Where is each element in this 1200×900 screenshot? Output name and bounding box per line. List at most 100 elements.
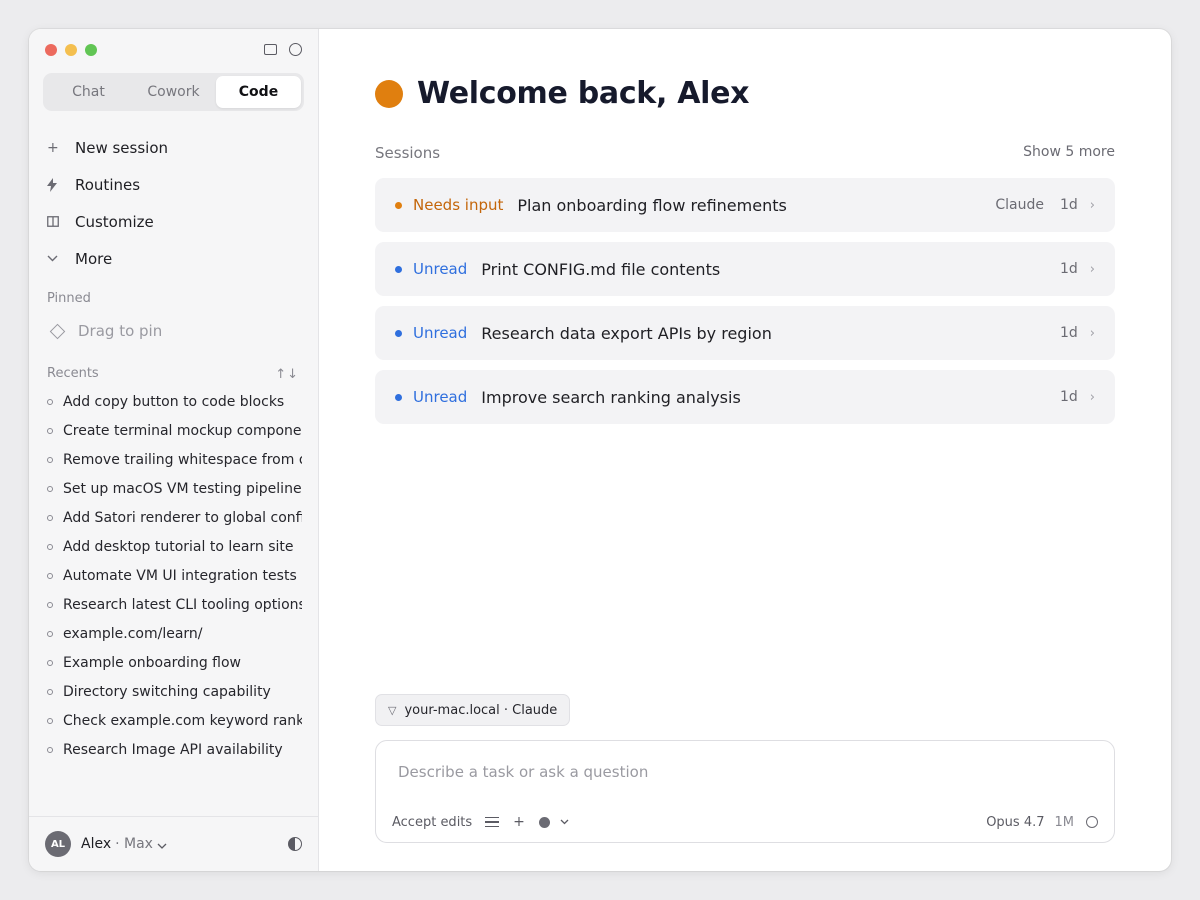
session-age: 1d [1060,389,1078,405]
plan-label[interactable]: · Max [115,836,153,852]
recent-item[interactable]: Set up macOS VM testing pipeline [47,474,302,503]
sidebar-window-icons [264,43,302,56]
session-card[interactable]: Unread Research data export APIs by regi… [375,306,1115,360]
unread-dot-icon [395,265,402,273]
recent-item[interactable]: Remove trailing whitespace from ou [47,445,302,474]
new-session-label: New session [75,138,169,157]
more-nav-item[interactable]: More [47,240,304,277]
recent-dot-icon [47,572,53,579]
accept-edits-toggle[interactable]: Accept edits [392,815,472,830]
recent-item[interactable]: Automate VM UI integration tests [47,561,302,590]
chevron-right-icon: › [1089,261,1095,277]
status-badge: Unread [413,260,468,278]
filled-circle-icon[interactable] [538,816,550,828]
task-input[interactable]: Describe a task or ask a question [398,763,648,781]
tab-chat[interactable]: Chat [46,76,131,108]
recent-item[interactable]: Example onboarding flow [47,648,302,677]
theme-toggle-icon[interactable] [288,837,302,851]
recents-list: Add copy button to code blocks Create te… [47,387,302,764]
routines-nav-item[interactable]: Routines [47,166,304,203]
more-label: More [75,249,113,268]
page-title: Welcome back, Alex [417,76,750,111]
recent-dot-icon [47,543,53,550]
status-badge: Needs input [413,196,504,214]
avatar[interactable]: AL [45,831,71,857]
account-footer: AL Alex · Max [29,816,318,871]
maximize-window-button[interactable] [85,44,97,56]
context-usage-ring-icon [1086,816,1098,828]
recent-item[interactable]: Research latest CLI tooling options [47,590,302,619]
recent-item[interactable]: Add copy button to code blocks [47,387,302,416]
recent-dot-icon [47,398,53,405]
recent-item[interactable]: Create terminal mockup component [47,416,302,445]
welcome-header: Welcome back, Alex [375,76,750,111]
session-card[interactable]: Needs input Plan onboarding flow refinem… [375,178,1115,232]
recent-item[interactable]: Add desktop tutorial to learn site [47,532,302,561]
environment-label: your-mac.local · Claude [404,702,558,718]
pin-placeholder: Drag to pin [78,322,163,340]
recent-dot-icon [47,427,53,434]
needs-input-dot-icon [395,201,402,209]
tab-code[interactable]: Code [216,76,301,108]
routines-label: Routines [75,175,141,194]
recent-dot-icon [47,659,53,666]
recent-item[interactable]: Check example.com keyword rankin [47,706,302,735]
session-age: 1d [1060,261,1078,277]
sidebar-nav: + New session Routines Customize More [47,129,304,277]
composer[interactable]: Describe a task or ask a question Accept… [375,740,1115,843]
recent-dot-icon [47,514,53,521]
minimize-window-button[interactable] [65,44,77,56]
window-controls [45,44,97,56]
attach-plus-icon[interactable]: + [513,814,525,830]
tab-cowork[interactable]: Cowork [131,76,216,108]
unread-dot-icon [395,329,402,337]
session-card[interactable]: Unread Print CONFIG.md file contents 1d … [375,242,1115,296]
sort-icon[interactable]: ↑↓ [275,367,299,382]
recent-dot-icon [47,456,53,463]
chevron-right-icon: › [1089,389,1095,405]
model-info: Opus 4.7 1M [986,815,1098,830]
mode-switcher: Chat Cowork Code [43,73,304,111]
session-title: Print CONFIG.md file contents [481,259,721,279]
recent-item[interactable]: Directory switching capability [47,677,302,706]
plus-icon: + [47,139,59,156]
brand-logo-icon [375,79,403,108]
recent-item[interactable]: Research Image API availability [47,735,302,764]
session-age: 1d [1060,197,1078,213]
menu-lines-icon[interactable] [485,816,500,828]
account-name[interactable]: Alex [81,836,111,852]
recents-heading: Recents [47,366,99,381]
chevron-right-icon: › [1089,197,1095,213]
sidebar-toggle-icon[interactable] [264,44,277,55]
customize-nav-item[interactable]: Customize [47,203,304,240]
pin-drop-zone[interactable]: Drag to pin [49,322,162,340]
session-card[interactable]: Unread Improve search ranking analysis 1… [375,370,1115,424]
session-list: Needs input Plan onboarding flow refinem… [375,178,1115,434]
status-circle-icon[interactable] [289,43,302,56]
session-title: Research data export APIs by region [481,323,772,343]
recent-item[interactable]: Add Satori renderer to global config [47,503,302,532]
main-panel: Welcome back, Alex Sessions Show 5 more … [319,29,1171,871]
bolt-icon [47,177,75,192]
sidebar: Chat Cowork Code + New session Routines … [29,29,319,871]
customize-label: Customize [75,212,154,231]
recent-dot-icon [47,485,53,492]
recent-dot-icon [47,688,53,695]
recent-dot-icon [47,717,53,724]
close-window-button[interactable] [45,44,57,56]
session-agent: Claude [995,197,1044,213]
plan-chevron-down-icon[interactable] [157,843,167,849]
pinned-heading: Pinned [47,291,91,306]
chevron-down-icon[interactable] [560,819,569,825]
model-selector[interactable]: Opus 4.7 [986,815,1044,830]
show-more-link[interactable]: Show 5 more [1023,144,1115,162]
book-icon [47,216,75,227]
chevron-down-icon [47,255,75,262]
recent-dot-icon [47,746,53,753]
environment-selector[interactable]: ▽ your-mac.local · Claude [375,694,571,726]
session-title: Improve search ranking analysis [481,387,741,407]
recent-item[interactable]: example.com/learn/ [47,619,302,648]
status-badge: Unread [413,324,468,342]
new-session-button[interactable]: + New session [47,129,304,166]
unread-dot-icon [395,393,402,401]
